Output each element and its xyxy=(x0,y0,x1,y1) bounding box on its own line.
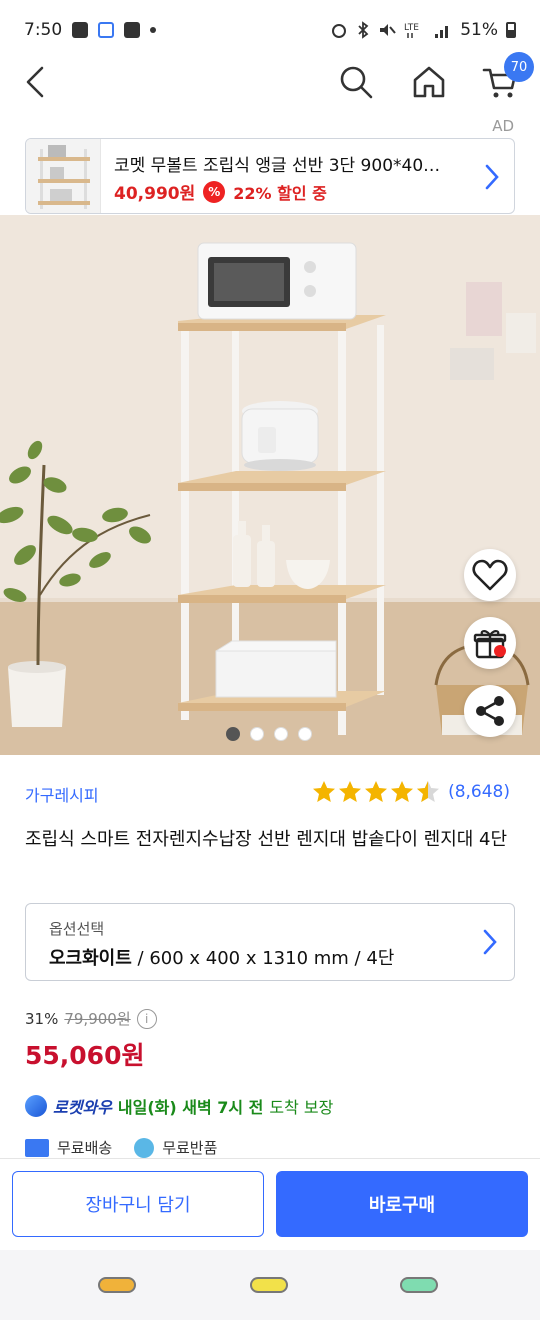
option-spec: / 600 x 400 x 1310 mm / 4단 xyxy=(131,948,395,969)
nav-pill-center[interactable] xyxy=(250,1277,288,1293)
half-star-icon xyxy=(417,781,440,802)
chevron-right-icon xyxy=(485,164,499,190)
ad-thumbnail xyxy=(26,139,101,213)
carousel-dot[interactable] xyxy=(274,727,288,741)
discount-row: 31% 79,900원 i xyxy=(25,1008,157,1029)
app-icon xyxy=(98,22,115,38)
carousel-indicator xyxy=(226,727,312,741)
battery-icon xyxy=(506,22,516,38)
option-label: 옵션선택 xyxy=(49,920,105,938)
carousel-dot[interactable] xyxy=(298,727,312,741)
gift-icon xyxy=(473,630,507,659)
back-button[interactable] xyxy=(12,58,60,106)
info-icon[interactable]: i xyxy=(136,1008,157,1029)
truck-icon xyxy=(25,1138,49,1157)
carousel-dot[interactable] xyxy=(226,727,240,741)
b-app-icon xyxy=(124,22,141,38)
ad-label: AD xyxy=(492,117,514,135)
delivery-row: 로켓와우 내일(화) 새벽 7시 전 도착 보장 xyxy=(25,1094,333,1118)
chevron-right-icon xyxy=(483,929,497,955)
ad-banner[interactable]: 코멧 무볼트 조립식 앵글 선반 3단 900*40… 40,990원 % 22… xyxy=(25,138,515,214)
star-icon xyxy=(313,781,336,802)
rocket-icon xyxy=(25,1095,47,1117)
star-icon xyxy=(365,781,388,802)
buy-now-button[interactable]: 바로구매 xyxy=(276,1171,528,1237)
mute-icon xyxy=(380,24,396,36)
lte-icon: LTE xyxy=(404,23,419,38)
share-button[interactable] xyxy=(464,685,516,737)
wishlist-button[interactable] xyxy=(464,549,516,601)
delivery-note: 도착 보장 xyxy=(269,1098,334,1117)
brand-link[interactable]: 가구레시피 xyxy=(25,782,99,806)
cart-button[interactable]: 70 xyxy=(476,52,534,106)
product-image[interactable] xyxy=(0,215,540,755)
free-return-label: 무료반품 xyxy=(162,1139,218,1157)
bluetooth-icon xyxy=(358,21,369,39)
review-count[interactable]: (8,648) xyxy=(448,782,510,802)
rating[interactable]: (8,648) xyxy=(312,780,510,804)
gift-share-button[interactable] xyxy=(464,617,516,669)
back-arrow-icon xyxy=(26,66,44,98)
notification-dot-icon xyxy=(150,27,157,33)
gallery-icon xyxy=(72,22,89,38)
star-icon xyxy=(339,781,362,802)
home-icon xyxy=(413,66,445,98)
nav-pill-left[interactable] xyxy=(98,1277,136,1293)
nav-pill-right[interactable] xyxy=(400,1277,438,1293)
home-button[interactable] xyxy=(405,58,453,106)
product-title: 조립식 스마트 전자렌지수납장 선반 렌지대 밥솥다이 렌지대 4단 xyxy=(25,829,508,850)
ad-shelf-image xyxy=(38,145,90,209)
delivery-date: 내일(화) 새벽 7시 전 xyxy=(117,1098,264,1117)
ad-price-row: 40,990원 % 22% 할인 중 xyxy=(114,179,327,204)
free-service-row: 무료배송 무료반품 xyxy=(25,1137,217,1158)
bottom-action-bar: 장바구니 담기 바로구매 xyxy=(0,1158,540,1250)
cart-count-badge: 70 xyxy=(504,52,534,82)
ad-price: 40,990원 xyxy=(114,184,196,204)
free-shipping-label: 무료배송 xyxy=(57,1139,113,1157)
add-to-cart-button[interactable]: 장바구니 담기 xyxy=(12,1171,264,1237)
battery-percent: 51% xyxy=(460,20,498,40)
share-icon xyxy=(476,696,504,726)
option-value: 오크화이트 / 600 x 400 x 1310 mm / 4단 xyxy=(49,944,394,970)
carousel-dot[interactable] xyxy=(250,727,264,741)
search-icon xyxy=(340,66,373,99)
rocket-wow-label: 로켓와우 xyxy=(53,1098,112,1117)
original-price: 79,900원 xyxy=(64,1010,131,1028)
ad-title: 코멧 무볼트 조립식 앵글 선반 3단 900*40… xyxy=(114,156,441,176)
search-button[interactable] xyxy=(332,58,380,106)
signal-icon xyxy=(435,26,449,38)
system-nav-bar xyxy=(0,1250,540,1320)
option-color: 오크화이트 xyxy=(49,948,132,969)
return-icon xyxy=(134,1137,155,1158)
heart-icon xyxy=(472,559,508,591)
option-selector[interactable]: 옵션선택 오크화이트 / 600 x 400 x 1310 mm / 4단 xyxy=(25,903,515,981)
sale-price: 55,060원 xyxy=(25,1041,145,1070)
top-nav: 70 xyxy=(0,50,540,114)
discount-percent: 31% xyxy=(25,1009,59,1028)
percent-badge-icon: % xyxy=(203,180,226,203)
svg-text:LTE: LTE xyxy=(404,23,419,33)
star-icon xyxy=(391,781,414,802)
product-photo xyxy=(0,215,540,755)
ad-discount: 22% 할인 중 xyxy=(233,183,327,203)
status-time: 7:50 xyxy=(24,20,63,40)
alarm-icon xyxy=(332,24,347,38)
